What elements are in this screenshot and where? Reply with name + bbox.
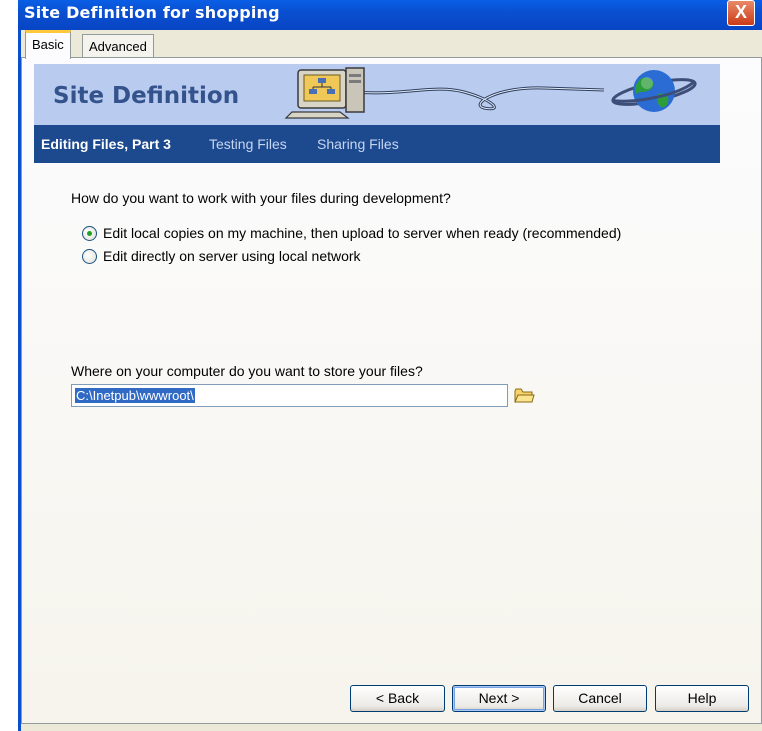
folder-icon[interactable] [513,386,535,405]
cancel-button[interactable]: Cancel [553,685,647,712]
globe-icon [611,70,697,112]
local-root-folder-input[interactable]: C:\Inetpub\wwwroot\ [71,384,508,407]
dialog-body: Basic Advanced Site Definition Editing F… [21,30,762,731]
tab-advanced[interactable]: Advanced [82,34,154,58]
computer-icon [284,67,365,119]
step-testing-files: Testing Files [209,136,287,152]
next-button[interactable]: Next > [452,685,546,712]
local-root-folder-value[interactable]: C:\Inetpub\wwwroot\ [75,388,195,403]
option-edit-server-label[interactable]: Edit directly on server using local netw… [103,248,361,264]
basic-panel: Site Definition Editing Files, Part 3 Te… [21,57,762,724]
title-bar: Site Definition for shopping [18,0,762,30]
radio-edit-local[interactable] [82,225,97,241]
option-edit-local-label[interactable]: Edit local copies on my machine, then up… [103,225,621,241]
work-mode-question: How do you want to work with your files … [71,190,451,206]
radio-edit-server[interactable] [82,248,97,264]
tab-strip: Basic Advanced [21,30,762,59]
wizard-steps-bar: Editing Files, Part 3 Testing Files Shar… [34,125,720,163]
help-button[interactable]: Help [655,685,749,712]
tab-advanced-label: Advanced [89,39,147,54]
banner-title: Site Definition [53,83,240,109]
step-editing-files: Editing Files, Part 3 [41,136,171,152]
close-button[interactable]: X [727,0,755,26]
close-icon: X [734,2,747,22]
back-button[interactable]: < Back [350,685,445,712]
window-title: Site Definition for shopping [24,3,280,22]
option-edit-server[interactable]: Edit directly on server using local netw… [82,247,361,265]
banner: Site Definition [34,64,720,125]
storage-question: Where on your computer do you want to st… [71,363,423,379]
option-edit-local[interactable]: Edit local copies on my machine, then up… [82,224,621,242]
banner-artwork [284,67,697,119]
tab-basic[interactable]: Basic [25,30,71,59]
tab-basic-label: Basic [32,37,64,52]
step-sharing-files: Sharing Files [317,136,399,152]
